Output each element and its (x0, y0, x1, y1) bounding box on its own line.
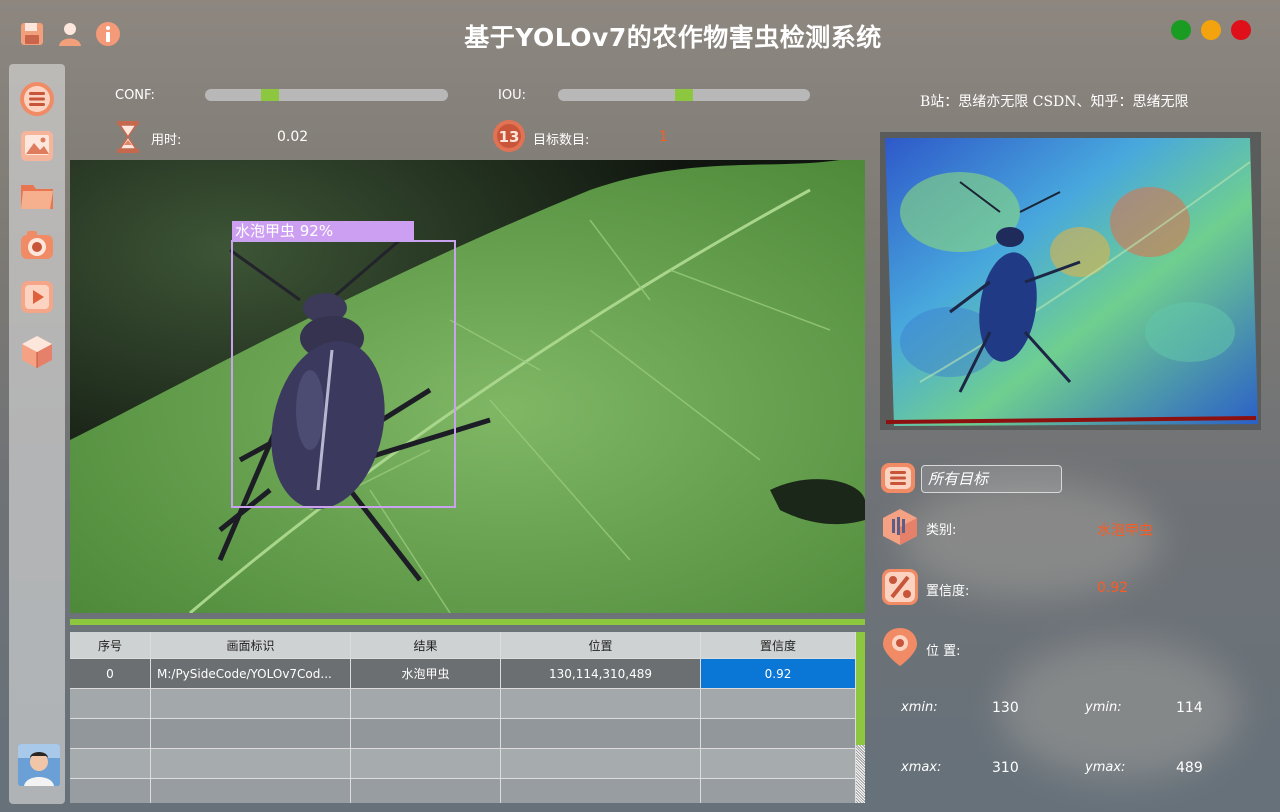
xmax-value: 310 (992, 760, 1019, 776)
ymax-label: ymax: (1085, 760, 1126, 775)
category-value: 水泡甲虫 (1097, 523, 1153, 539)
location-pin-icon (880, 627, 920, 667)
table-cell[interactable] (351, 749, 501, 779)
table-cell[interactable] (151, 749, 351, 779)
video-play-icon[interactable] (19, 279, 55, 315)
folder-icon[interactable] (19, 177, 55, 213)
menu-icon[interactable] (19, 81, 55, 117)
model-cube-icon[interactable] (19, 334, 55, 370)
time-label: 用时: (151, 133, 182, 148)
table-scrollbar[interactable] (856, 632, 865, 803)
conf-slider-handle[interactable] (261, 89, 279, 101)
count-label: 目标数目: (533, 133, 590, 148)
table-row[interactable] (70, 779, 856, 803)
iou-label: IOU: (498, 88, 526, 103)
heatmap-image (880, 132, 1261, 430)
target-filter-icon[interactable] (880, 462, 916, 498)
svg-text:13: 13 (499, 128, 520, 146)
column-header[interactable]: 画面标识 (151, 632, 351, 659)
confidence-label: 置信度: (926, 584, 970, 599)
conf-slider[interactable] (205, 89, 448, 101)
ymax-value: 489 (1176, 760, 1203, 776)
sidebar (9, 64, 65, 804)
window-controls (1171, 20, 1251, 40)
table-cell[interactable] (501, 779, 701, 803)
table-row[interactable]: 0 M:/PySideCode/YOLOv7Cod... 水泡甲虫 130,11… (70, 659, 856, 689)
table-row[interactable] (70, 689, 856, 719)
minimize-button[interactable] (1201, 20, 1221, 40)
table-cell[interactable] (70, 779, 151, 803)
ymin-label: ymin: (1085, 700, 1122, 715)
avatar[interactable] (18, 744, 60, 786)
table-cell[interactable] (351, 779, 501, 803)
table-cell[interactable] (501, 689, 701, 719)
scrollbar-handle[interactable] (856, 632, 865, 745)
table-header: 序号 画面标识 结果 位置 置信度 (70, 632, 856, 659)
xmin-label: xmin: (901, 700, 938, 715)
table-cell[interactable] (701, 749, 856, 779)
column-header[interactable]: 结果 (351, 632, 501, 659)
table-cell[interactable]: M:/PySideCode/YOLOv7Cod... (151, 659, 351, 689)
image-divider (70, 619, 865, 625)
target-select[interactable]: 所有目标 (921, 465, 1062, 493)
column-header[interactable]: 置信度 (701, 632, 856, 659)
table-cell[interactable] (351, 719, 501, 749)
image-icon[interactable] (19, 128, 55, 164)
app-title: 基于YOLOv7的农作物害虫检测系统 (464, 23, 882, 52)
category-label: 类别: (926, 523, 957, 538)
table-cell[interactable] (70, 689, 151, 719)
camera-icon[interactable] (19, 227, 55, 263)
percent-icon (880, 567, 920, 607)
table-cell[interactable]: 水泡甲虫 (351, 659, 501, 689)
table-cell[interactable]: 130,114,310,489 (501, 659, 701, 689)
xmin-value: 130 (992, 700, 1019, 716)
column-header[interactable]: 位置 (501, 632, 701, 659)
confidence-value: 0.92 (1097, 580, 1129, 596)
iou-slider[interactable] (558, 89, 810, 101)
table-cell[interactable]: 0 (70, 659, 151, 689)
iou-slider-handle[interactable] (675, 89, 693, 101)
position-label: 位 置: (926, 644, 961, 659)
maximize-button[interactable] (1171, 20, 1191, 40)
author-credit: B站：思绪亦无限 CSDN、知乎：思绪无限 (920, 94, 1189, 110)
table-cell[interactable] (501, 719, 701, 749)
ymin-value: 114 (1176, 700, 1203, 716)
table-cell[interactable] (501, 749, 701, 779)
results-table[interactable]: 序号 画面标识 结果 位置 置信度 0 M:/PySideCode/YOLOv7… (70, 632, 865, 803)
conf-label: CONF: (115, 88, 155, 103)
table-cell[interactable] (151, 719, 351, 749)
table-row[interactable] (70, 719, 856, 749)
table-cell[interactable] (351, 689, 501, 719)
hourglass-icon (115, 120, 141, 158)
count-value: 1 (659, 129, 668, 145)
table-cell[interactable] (70, 749, 151, 779)
detection-box-label: 水泡甲虫 92% (235, 222, 333, 240)
table-cell[interactable] (70, 719, 151, 749)
close-button[interactable] (1231, 20, 1251, 40)
xmax-label: xmax: (901, 760, 942, 775)
column-header[interactable]: 序号 (70, 632, 151, 659)
time-value: 0.02 (277, 129, 309, 145)
table-row[interactable] (70, 749, 856, 779)
detection-image: 水泡甲虫 92% (70, 160, 865, 613)
table-cell[interactable] (151, 689, 351, 719)
table-cell[interactable] (701, 719, 856, 749)
table-cell[interactable] (701, 689, 856, 719)
table-cell[interactable] (151, 779, 351, 803)
table-cell[interactable] (701, 779, 856, 803)
table-cell-selected[interactable]: 0.92 (701, 659, 856, 689)
count-icon: 13 (492, 119, 526, 157)
category-icon (880, 507, 920, 547)
